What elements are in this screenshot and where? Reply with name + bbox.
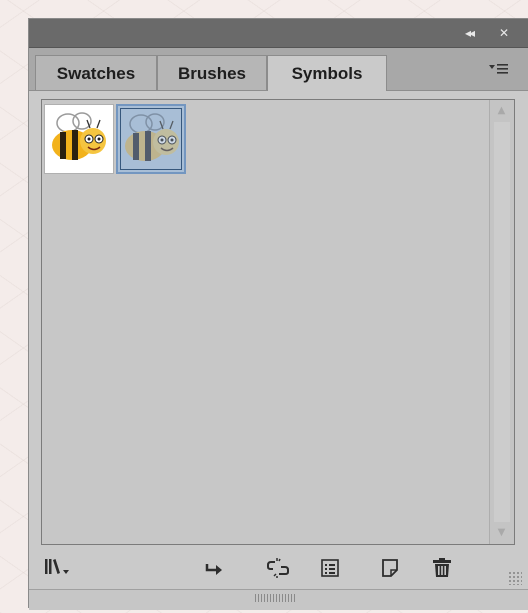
break-link-icon[interactable] bbox=[265, 556, 291, 580]
symbol-libraries-menu-icon[interactable] bbox=[43, 556, 77, 580]
close-panel-icon[interactable]: ✕ bbox=[499, 26, 509, 40]
panel-menu-glyph bbox=[489, 64, 508, 74]
bee-icon bbox=[125, 113, 179, 161]
symbol-options-icon[interactable] bbox=[317, 556, 343, 580]
break-link-glyph bbox=[267, 558, 289, 578]
place-symbol-instance-icon[interactable] bbox=[203, 556, 229, 580]
options-glyph bbox=[321, 559, 339, 577]
tab-swatches[interactable]: Swatches bbox=[35, 55, 157, 90]
new-symbol-icon[interactable] bbox=[377, 556, 403, 580]
panel-tabs: Swatches Brushes Symbols bbox=[29, 48, 528, 91]
grip-icon bbox=[255, 594, 297, 602]
scroll-track[interactable] bbox=[494, 122, 510, 522]
symbol-thumbnail-bee-1[interactable] bbox=[44, 104, 114, 174]
panel-title-bar[interactable]: ◂◂ ✕ bbox=[29, 19, 528, 48]
tab-brushes[interactable]: Brushes bbox=[157, 55, 267, 90]
panel-drag-handle[interactable] bbox=[29, 589, 528, 610]
panel-menu-icon[interactable] bbox=[489, 62, 509, 80]
panel-toolbar bbox=[29, 549, 528, 589]
symbol-thumbnail-bee-2[interactable] bbox=[116, 104, 186, 174]
symbols-panel: ◂◂ ✕ Swatches Brushes Symbols ▲ ▼ bbox=[28, 18, 528, 610]
trash-glyph bbox=[433, 558, 451, 577]
bee-icon bbox=[52, 112, 106, 160]
vertical-scrollbar[interactable]: ▲ ▼ bbox=[489, 100, 514, 544]
library-glyph bbox=[45, 559, 69, 574]
new-symbol-glyph bbox=[382, 559, 398, 577]
symbols-grid: ▲ ▼ bbox=[41, 99, 515, 545]
delete-symbol-icon[interactable] bbox=[429, 556, 455, 580]
scroll-up-icon[interactable]: ▲ bbox=[490, 102, 513, 120]
tab-symbols[interactable]: Symbols bbox=[267, 55, 387, 91]
scroll-down-icon[interactable]: ▼ bbox=[490, 524, 513, 542]
collapse-panel-icon[interactable]: ◂◂ bbox=[465, 26, 475, 40]
resize-grip[interactable] bbox=[508, 571, 522, 585]
place-glyph bbox=[205, 564, 222, 575]
